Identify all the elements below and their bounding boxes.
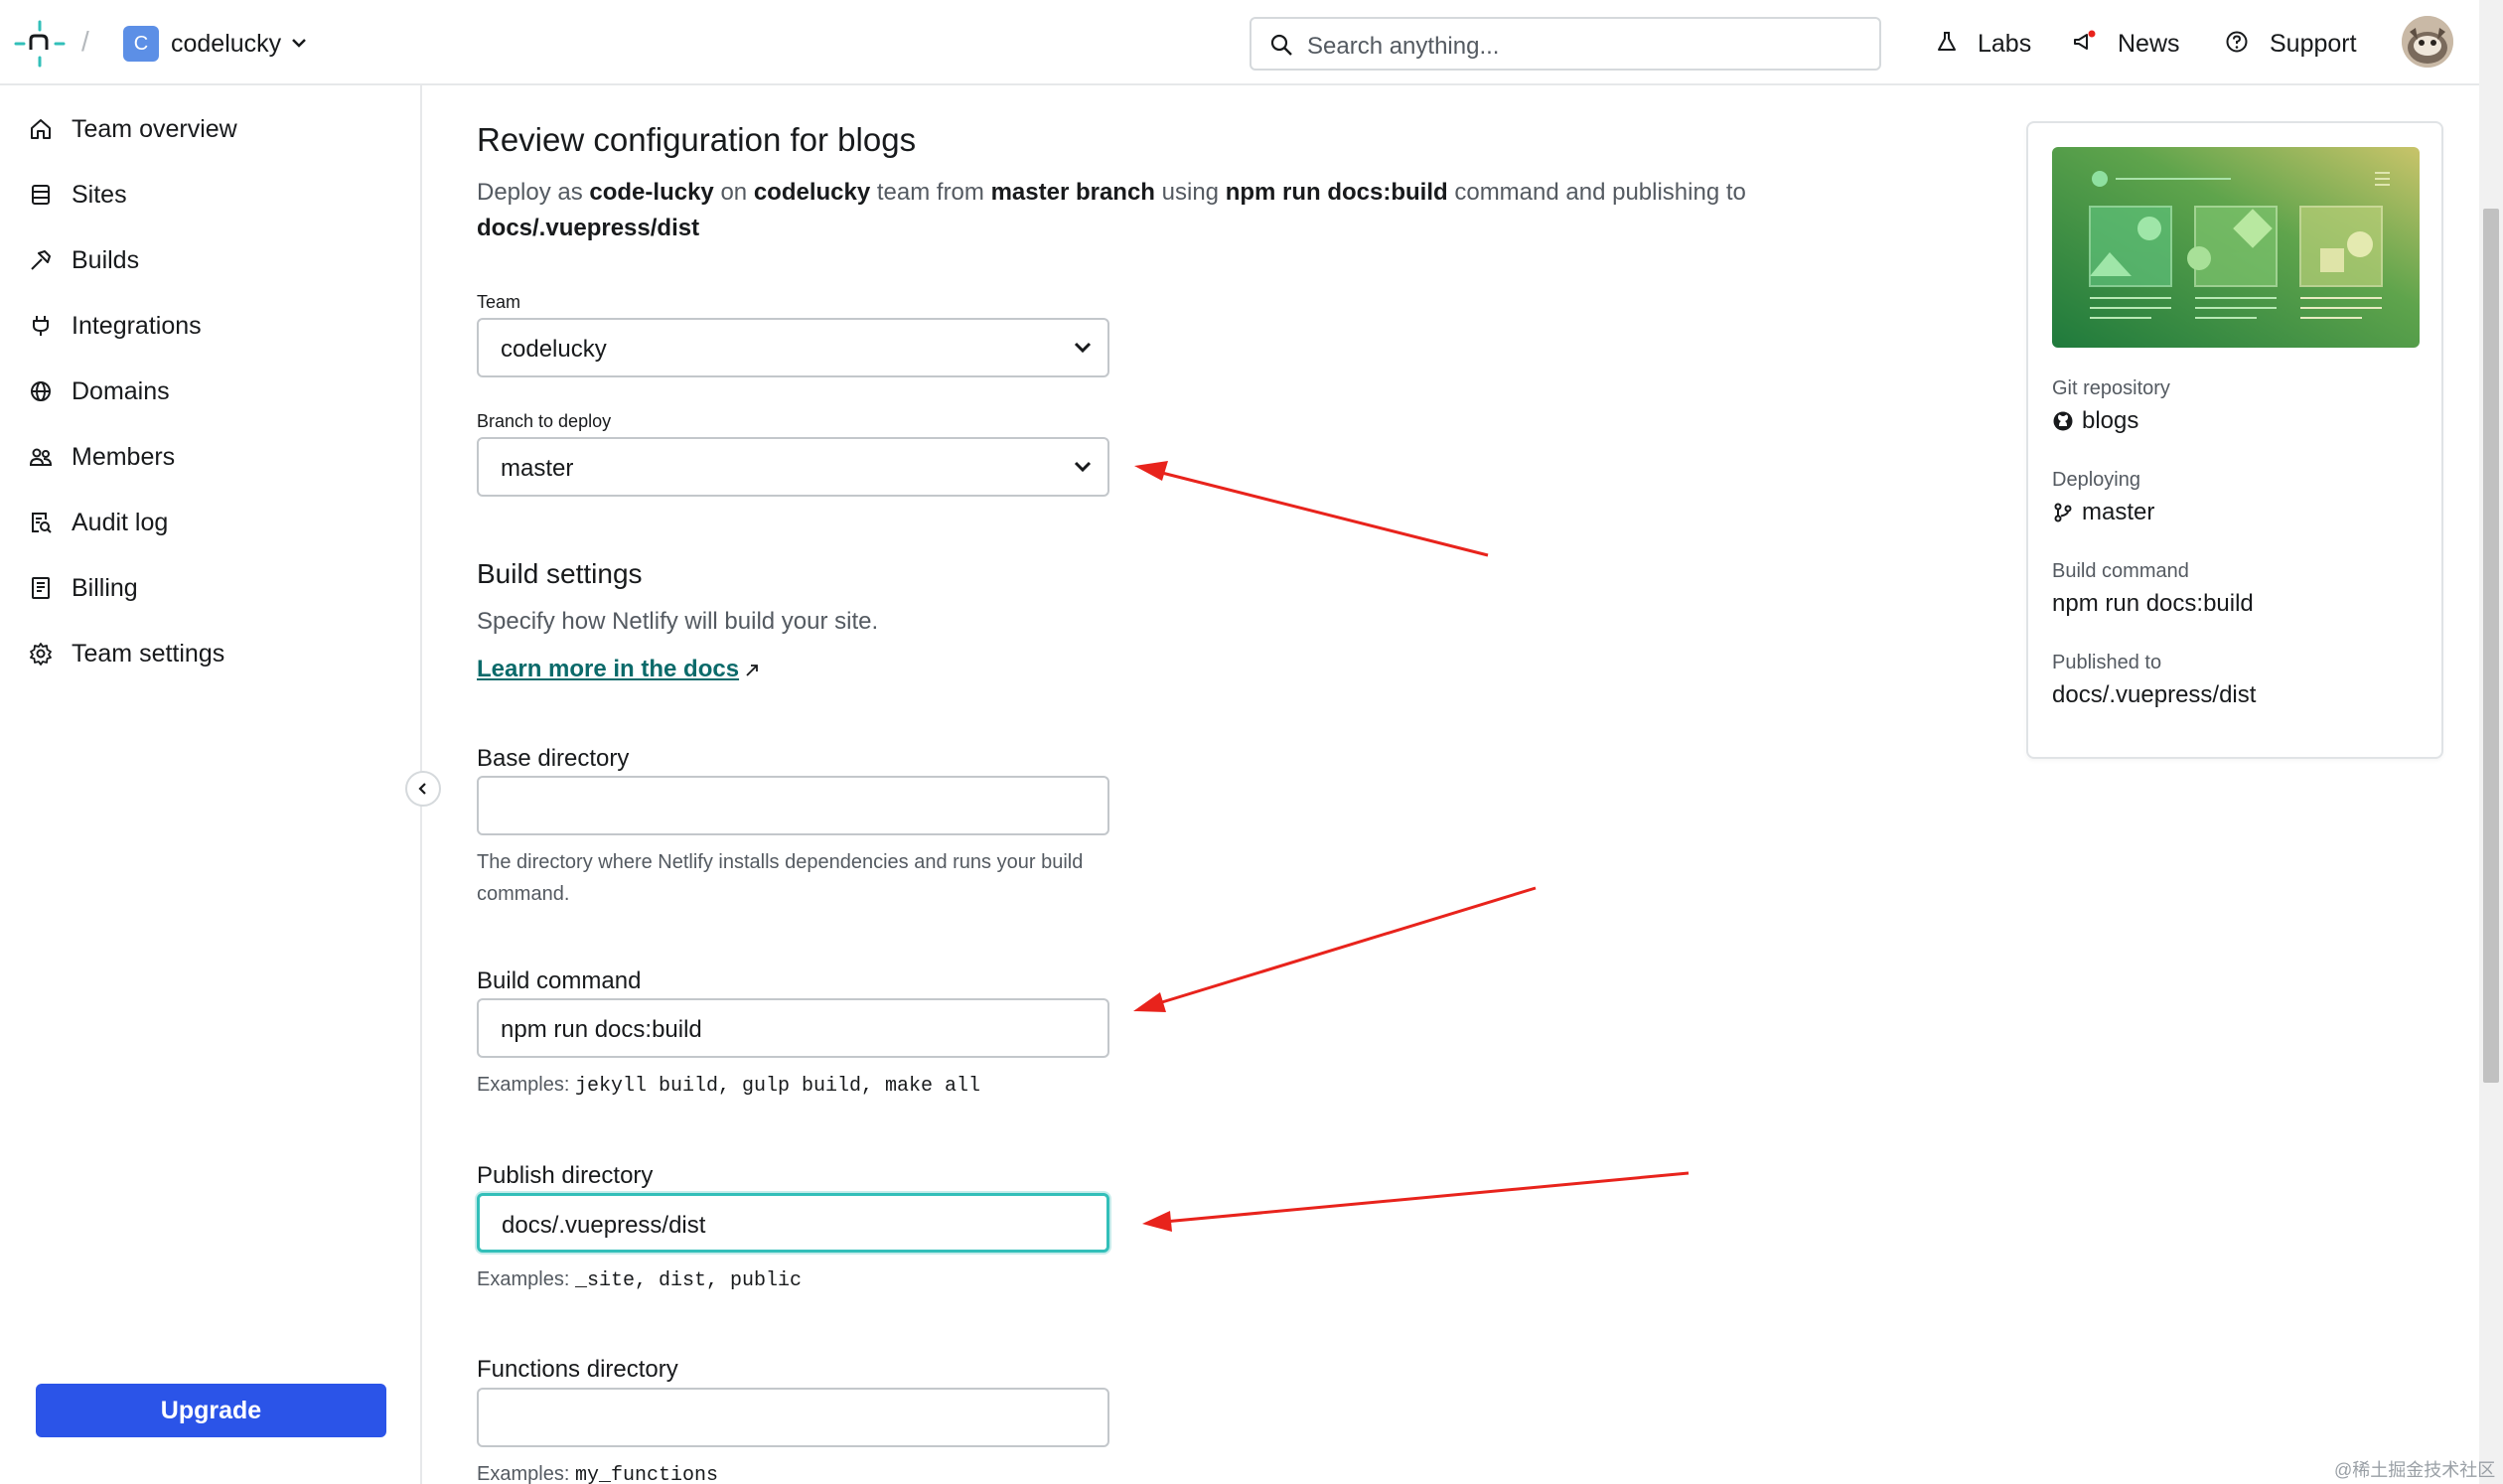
log-search-icon [32,513,52,533]
build-settings-heading: Build settings [477,558,643,589]
published-to-value: docs/.vuepress/dist [2052,681,2257,708]
gear-icon [30,643,52,666]
search-input[interactable]: Search anything... [1250,17,1881,71]
chevron-left-icon [418,783,426,795]
sidebar-item-label: Audit log [72,508,169,536]
team-avatar[interactable]: C [123,26,159,62]
sidebar-item-members[interactable]: Members [28,437,175,477]
functions-directory-examples: Examples: my_functions [477,1463,718,1484]
users-icon [29,448,53,466]
megaphone-icon [2074,30,2096,50]
top-bar: / C codelucky Search anything... Labs Ne… [0,0,2479,85]
breadcrumb-separator: / [81,26,89,57]
sidebar-item-sites[interactable]: Sites [28,175,127,215]
sidebar-item-label: Billing [72,573,138,602]
base-directory-help: The directory where Netlify installs dep… [477,851,1084,905]
sidebar-item-team-overview[interactable]: Team overview [28,109,237,149]
team-label: Team [477,292,521,312]
build-settings-description: Specify how Netlify will build your site… [477,608,879,635]
search-icon [1270,34,1292,56]
deploying-label: Deploying [2052,469,2140,491]
git-repository-label: Git repository [2052,377,2170,399]
sidebar-item-label: Builds [72,245,140,274]
news-link[interactable]: News [2118,30,2180,59]
sidebar-item-label: Integrations [72,311,202,340]
sidebar-item-label: Sites [72,180,127,209]
scrollbar-thumb[interactable] [2483,209,2499,1083]
page-scrollbar[interactable] [2479,0,2503,1484]
netlify-logo-icon[interactable] [14,20,66,68]
build-command-input[interactable]: npm run docs:build [477,998,1109,1058]
team-select-value: codelucky [501,336,607,363]
sidebar-item-audit-log[interactable]: Audit log [28,503,168,542]
base-directory-label: Base directory [477,745,630,772]
build-command-examples: Examples: jekyll build, gulp build, make… [477,1074,981,1098]
branch-label: Branch to deploy [477,411,612,431]
deploy-summary-card: Git repository blogs Deploying master Bu… [2026,121,2443,759]
build-command-summary-value: npm run docs:build [2052,590,2254,617]
help-circle-icon [2226,31,2248,53]
base-directory-input[interactable] [477,776,1109,835]
branch-select-value: master [501,455,574,482]
sidebar-item-integrations[interactable]: Integrations [28,306,202,346]
git-branch-icon [2054,503,2072,522]
chevron-down-icon[interactable] [292,38,306,48]
home-icon [31,119,51,139]
team-switcher-label[interactable]: codelucky [171,30,281,59]
sidebar-item-label: Domains [72,376,170,405]
user-avatar[interactable] [2402,16,2453,68]
stack-icon [32,185,50,205]
publish-directory-input[interactable]: docs/.vuepress/dist [477,1193,1109,1253]
git-repository-value[interactable]: blogs [2052,407,2138,435]
sidebar-item-label: Team overview [72,114,237,143]
chevron-down-icon [1074,461,1092,473]
docs-link[interactable]: Learn more in the docs [477,656,739,683]
site-illustration [2052,147,2420,348]
main-content: Review configuration for blogs Deploy as… [477,85,2006,1484]
github-icon [2053,411,2073,431]
build-command-summary-label: Build command [2052,560,2189,582]
publish-directory-examples: Examples: _site, dist, public [477,1268,802,1292]
team-select[interactable]: codelucky [477,318,1109,377]
build-command-label: Build command [477,967,642,994]
collapse-sidebar-button[interactable] [405,771,441,807]
support-link[interactable]: Support [2270,30,2357,59]
deploy-summary: Deploy as code-lucky on codelucky team f… [477,179,1746,241]
functions-directory-label: Functions directory [477,1356,678,1383]
sidebar-item-label: Team settings [72,639,225,668]
user-avatar-image [2402,16,2453,68]
sidebar: Team overview Sites Builds Integrations … [0,85,422,1484]
sidebar-item-team-settings[interactable]: Team settings [28,634,224,673]
publish-directory-label: Publish directory [477,1162,654,1189]
flask-icon [1938,32,1956,51]
sidebar-item-builds[interactable]: Builds [28,240,139,280]
labs-link[interactable]: Labs [1978,30,2031,59]
published-to-label: Published to [2052,652,2162,673]
external-link-icon [746,665,758,676]
functions-directory-input[interactable] [477,1388,1109,1447]
sidebar-item-label: Members [72,442,176,471]
page-title: Review configuration for blogs [477,121,917,158]
hammer-icon [31,250,51,270]
deploying-value: master [2052,499,2154,526]
search-placeholder: Search anything... [1307,33,1500,60]
branch-select[interactable]: master [477,437,1109,497]
watermark: @稀土掘金技术社区 [2334,1460,2496,1480]
sidebar-item-domains[interactable]: Domains [28,371,170,411]
globe-icon [31,381,51,401]
receipt-icon [32,577,50,599]
chevron-down-icon [1074,342,1092,354]
plug-icon [33,316,49,336]
sidebar-item-billing[interactable]: Billing [28,568,138,608]
upgrade-button[interactable]: Upgrade [36,1384,386,1437]
